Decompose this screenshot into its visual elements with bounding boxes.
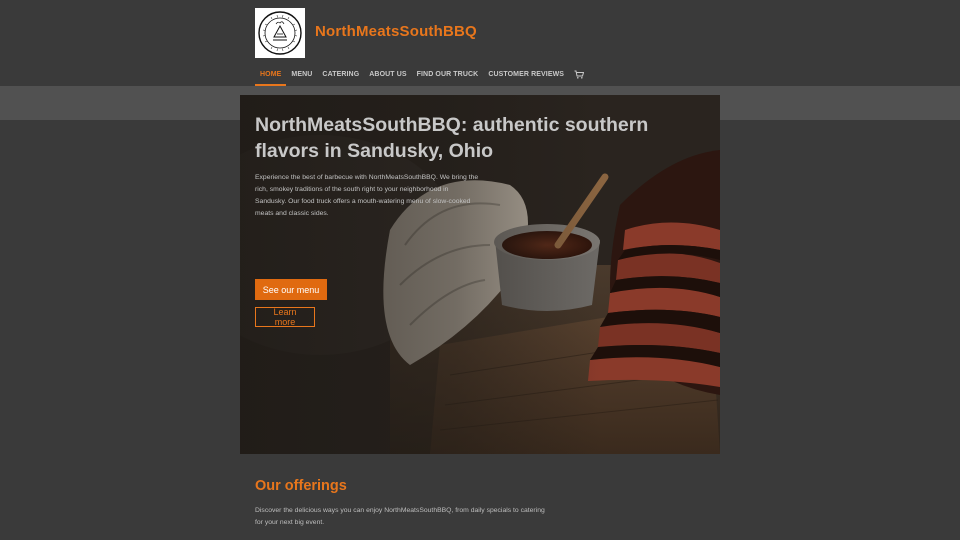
site-title[interactable]: NorthMeatsSouthBBQ — [315, 23, 477, 40]
main-nav: HOME MENU CATERING ABOUT US FIND OUR TRU… — [255, 66, 589, 86]
hero-heading: NorthMeatsSouthBBQ: authentic southern f… — [255, 114, 649, 162]
nav-customer-reviews[interactable]: CUSTOMER REVIEWS — [483, 66, 569, 84]
site-header: NorthMeatsSouthBBQ HOME MENU CATERING AB… — [0, 0, 960, 86]
nav-find-our-truck[interactable]: FIND OUR TRUCK — [412, 66, 484, 84]
site-logo[interactable] — [255, 8, 305, 58]
learn-more-button[interactable]: Learn more — [255, 307, 315, 327]
shopping-cart-icon[interactable] — [569, 66, 589, 85]
nav-home[interactable]: HOME — [255, 66, 287, 86]
offerings-description: Discover the delicious ways you can enjo… — [255, 507, 545, 526]
logo-emblem-icon — [258, 11, 302, 55]
hero-banner: NorthMeatsSouthBBQ: authentic southern f… — [240, 95, 720, 454]
hero-description: Experience the best of barbecue with Nor… — [255, 174, 479, 217]
nav-about-us[interactable]: ABOUT US — [364, 66, 411, 84]
nav-menu[interactable]: MENU — [286, 66, 317, 84]
see-menu-button[interactable]: See our menu — [255, 279, 327, 300]
offerings-heading: Our offerings — [255, 478, 347, 494]
nav-catering[interactable]: CATERING — [317, 66, 364, 84]
